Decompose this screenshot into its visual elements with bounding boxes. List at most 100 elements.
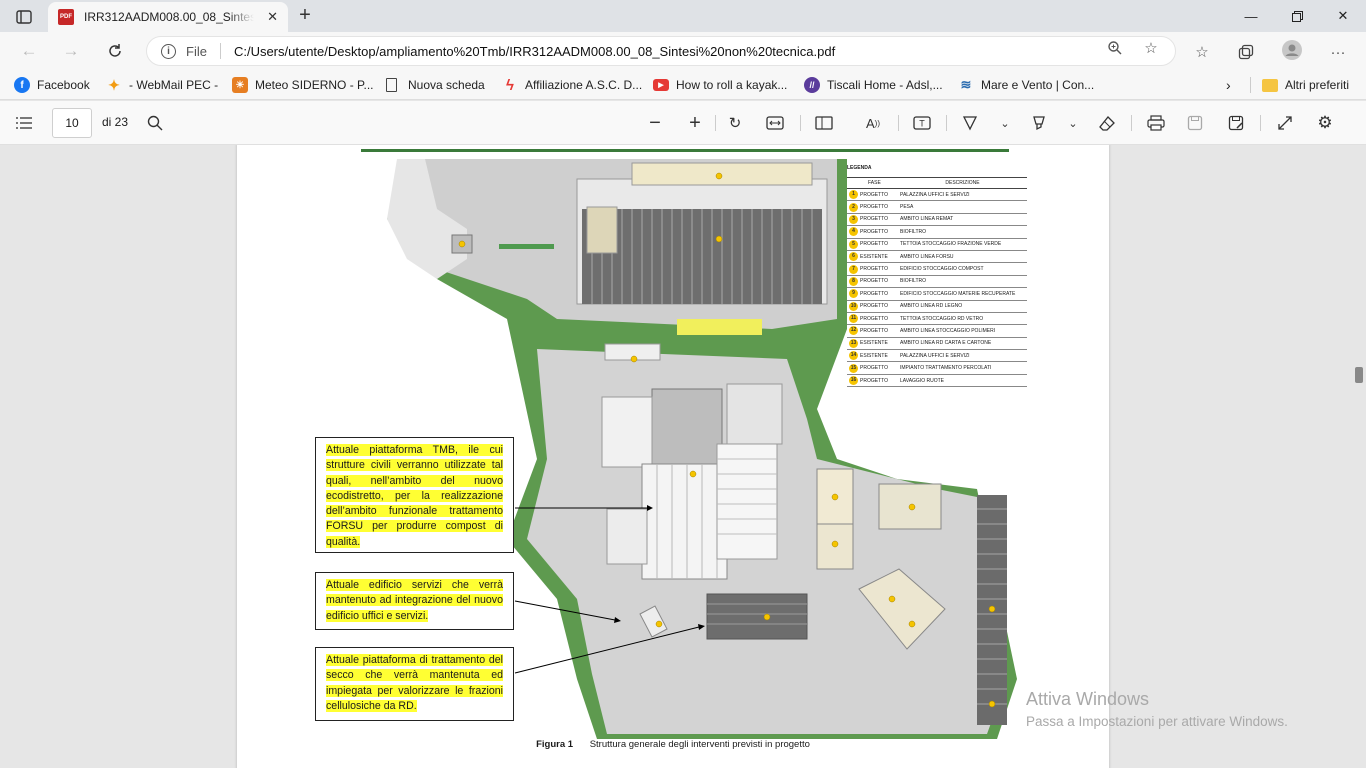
caption-label: Figura 1 (536, 739, 574, 750)
legend-number: 12 (847, 324, 858, 338)
read-aloud-icon[interactable]: A)) (861, 111, 885, 135)
draw-icon[interactable] (958, 111, 982, 135)
favorite-tiscali[interactable]: // Tiscali Home - Adsl,... (804, 76, 943, 94)
wave-icon: ≋ (960, 77, 972, 92)
pdf-toolbar: 10 di 23 − + ↻ A)) T ⌄ ⌄ ⚙ (0, 101, 1366, 145)
other-favorites-folder[interactable]: Altri preferiti (1262, 76, 1349, 94)
other-favorites-label: Altri preferiti (1285, 78, 1350, 92)
address-bar[interactable]: i File C:/Users/utente/Desktop/ampliamen… (146, 36, 1176, 66)
favorite-affiliazione[interactable]: ϟ Affiliazione A.S.C. D... (502, 76, 642, 94)
fullscreen-icon[interactable] (1273, 111, 1297, 135)
zoom-out-icon[interactable]: − (643, 111, 667, 135)
restore-button[interactable] (1274, 0, 1320, 32)
legend-number: 9 (847, 287, 858, 301)
legend-phase: PROGETTO (858, 275, 898, 289)
favorite-mare-vento[interactable]: ≋ Mare e Vento | Con... (958, 76, 1095, 94)
close-window-button[interactable]: ✕ (1320, 0, 1366, 32)
zoom-icon[interactable] (1105, 39, 1125, 57)
more-favorites-chevron-icon[interactable]: › (1226, 76, 1231, 94)
settings-gear-icon[interactable]: ⚙ (1313, 111, 1337, 135)
info-icon[interactable]: i (161, 43, 176, 59)
highlight-options-chevron-icon[interactable]: ⌄ (1061, 111, 1085, 135)
legend-phase: PROGETTO (858, 262, 898, 276)
vertical-scrollbar[interactable] (1352, 145, 1366, 768)
tab-active[interactable]: PDF IRR312AADM008.00_08_Sintesi non tecn… (48, 2, 288, 32)
zoom-in-icon[interactable]: + (683, 111, 707, 135)
favorite-kayak[interactable]: ▶ How to roll a kayak... (653, 76, 787, 94)
rotate-icon[interactable]: ↻ (723, 111, 747, 135)
toolbar-separator (898, 115, 899, 131)
webmail-icon: ✦ (108, 76, 120, 93)
add-text-icon[interactable]: T (910, 111, 934, 135)
favorites-icon[interactable]: ☆ (1192, 43, 1212, 61)
legend-number: 13 (847, 337, 858, 351)
legend-row: 12 PROGETTO AMBITO LINEA STOCCAGGIO POLIME… (847, 324, 1027, 338)
legend-description: IMPIANTO TRATTAMENTO PERCOLATI (898, 361, 1027, 375)
favorite-label: Mare e Vento | Con... (981, 78, 1095, 92)
legend-phase: PROGETTO (858, 361, 898, 375)
legend-row: 13 ESISTENTE AMBITO LINEA RD CARTA E CARTO… (847, 337, 1027, 351)
close-tab-icon[interactable]: ✕ (267, 9, 278, 25)
favorite-facebook[interactable]: f Facebook (14, 76, 90, 94)
legend-number: 8 (847, 275, 858, 289)
folder-icon (1262, 78, 1278, 92)
back-arrow-icon[interactable]: ← (14, 36, 44, 66)
header-rule (361, 149, 1009, 152)
page-view-icon[interactable] (812, 111, 836, 135)
legend-row: 2 PROGETTO PESA (847, 200, 1027, 214)
legend-description: TETTOIA STOCCAGGIO FRAZIONE VERDE (898, 238, 1027, 251)
legend-number: 6 (847, 250, 858, 264)
favorite-nuova-scheda[interactable]: Nuova scheda (386, 76, 485, 94)
legend-number: 7 (847, 262, 858, 276)
legend-number: 15 (847, 361, 858, 375)
favorite-webmail[interactable]: ✦ - WebMail PEC - (106, 76, 218, 94)
legend-description: AMBITO LINEA STOCCAGGIO POLIMERI (898, 324, 1027, 338)
scrollbar-thumb[interactable] (1355, 367, 1363, 383)
more-options-icon[interactable]: ··· (1328, 43, 1348, 61)
legend-phase: PROGETTO (858, 287, 898, 301)
draw-options-chevron-icon[interactable]: ⌄ (993, 111, 1017, 135)
legend-row: 6 ESISTENTE AMBITO LINEA FORSU (847, 250, 1027, 264)
pdf-page: LEGENDA FASE DESCRIZIONE 1 PROGETTO PALAZZ… (237, 145, 1109, 768)
title-bar: PDF IRR312AADM008.00_08_Sintesi non tecn… (0, 0, 1366, 32)
fit-width-icon[interactable] (763, 111, 787, 135)
add-favorite-icon[interactable]: ☆ (1141, 39, 1161, 57)
legend-phase: PROGETTO (858, 324, 898, 338)
save-icon[interactable] (1183, 111, 1207, 135)
legend-row: 5 PROGETTO TETTOIA STOCCAGGIO FRAZIONE VER… (847, 238, 1027, 251)
windows-activation-watermark: Attiva Windows Passa a Impostazioni per … (1026, 689, 1288, 729)
legend-description: TETTOIA STOCCAGGIO RD VETRO (898, 312, 1027, 326)
refresh-icon[interactable] (100, 36, 130, 66)
save-as-icon[interactable] (1224, 111, 1248, 135)
legend-number: 1 (847, 188, 858, 202)
minimize-button[interactable]: — (1228, 0, 1274, 32)
address-url[interactable]: C:/Users/utente/Desktop/ampliamento%20Tm… (234, 44, 835, 59)
favorite-label: Nuova scheda (408, 78, 485, 92)
page-number-input[interactable]: 10 (52, 108, 92, 138)
profile-avatar-icon[interactable] (1282, 40, 1302, 60)
search-icon[interactable] (143, 111, 167, 135)
legend-table: FASE DESCRIZIONE 1 PROGETTO PALAZZINA UFFI… (847, 177, 1027, 388)
pdf-viewport[interactable]: LEGENDA FASE DESCRIZIONE 1 PROGETTO PALAZZ… (0, 145, 1366, 768)
legend-phase: PROGETTO (858, 374, 898, 388)
favorite-meteo[interactable]: ☀ Meteo SIDERNO - P... (232, 76, 373, 94)
print-icon[interactable] (1144, 111, 1168, 135)
pdf-file-icon: PDF (58, 9, 74, 25)
eraser-icon[interactable] (1095, 111, 1119, 135)
legend-header-description: DESCRIZIONE (898, 177, 1027, 189)
new-tab-button[interactable]: + (292, 4, 318, 28)
tab-actions-menu-icon[interactable] (9, 6, 39, 28)
legend-row: 1 PROGETTO PALAZZINA UFFICI E SERVIZI (847, 188, 1027, 202)
svg-text:T: T (919, 119, 925, 129)
table-of-contents-icon[interactable] (12, 111, 36, 135)
toolbar-separator (715, 115, 716, 131)
highlight-icon[interactable] (1027, 111, 1051, 135)
forward-arrow-icon[interactable]: → (56, 36, 86, 66)
collections-icon[interactable] (1236, 43, 1256, 61)
legend-phase: PROGETTO (858, 188, 898, 202)
legend-description: EDIFICIO STOCCAGGIO COMPOST (898, 262, 1027, 276)
map-legend: LEGENDA FASE DESCRIZIONE 1 PROGETTO PALAZZ… (847, 165, 1027, 388)
legend-header-number (847, 177, 858, 189)
youtube-icon: ▶ (653, 79, 669, 91)
legend-description: BIOFILTRO (898, 225, 1027, 239)
